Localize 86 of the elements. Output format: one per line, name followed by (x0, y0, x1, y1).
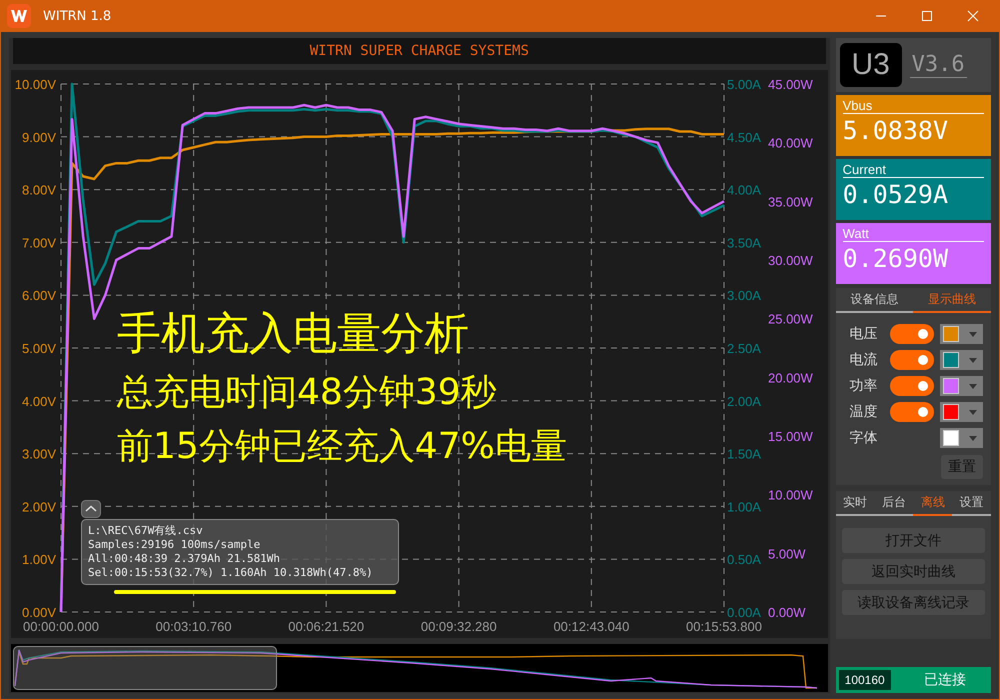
curve-label: 温度 (848, 403, 879, 421)
chart-header: WITRN SUPER CHARGE SYSTEMS (13, 38, 826, 64)
caret-icon (969, 410, 977, 414)
color-picker[interactable] (940, 376, 983, 396)
action-button[interactable]: 打开文件 (842, 528, 985, 553)
device-id: 100160 (838, 670, 891, 690)
time-axis-label: 00:15:53.800 (686, 619, 762, 634)
voltage-axis-label: 1.00V (22, 552, 56, 568)
info-text: L:\REC\67W有线.csv (88, 524, 204, 538)
voltage-axis-label: 4.00V (22, 394, 56, 409)
close-icon[interactable] (967, 10, 979, 22)
toggle-switch[interactable] (890, 402, 934, 422)
readout-label: Current (842, 163, 984, 178)
voltage-axis-label: 5.00V (22, 341, 56, 356)
annotation-text: 总充电时间48分钟39秒 (117, 371, 498, 415)
current-axis-label: 0.50A (727, 552, 761, 568)
connection-status: 已连接 (924, 671, 966, 689)
toggle-switch[interactable] (890, 350, 934, 370)
voltage-axis-label: 0.00V (22, 605, 56, 620)
current-axis-label: 4.00A (727, 182, 761, 198)
power-axis-label: 30.00W (768, 253, 813, 268)
curve-label: 电压 (848, 325, 879, 343)
readout-value: 0.0529A (842, 179, 949, 211)
annotation-text: 前15分钟已经充入47%电量 (117, 425, 567, 469)
power-axis-label: 45.00W (768, 77, 813, 92)
voltage-axis-label: 3.00V (22, 446, 56, 462)
voltage-axis-label: 6.00V (22, 288, 56, 304)
collapse-button[interactable] (81, 500, 101, 518)
voltage-axis-label: 8.00V (22, 182, 56, 198)
power-axis-label: 15.00W (768, 429, 813, 444)
selection-window[interactable] (13, 646, 277, 690)
current-axis-label: 2.00A (727, 394, 761, 409)
color-picker[interactable] (940, 428, 983, 448)
current-axis-label: 1.00A (727, 499, 761, 514)
readout-label: Watt (842, 227, 984, 242)
device-model: U3 (840, 43, 902, 87)
firmware-version: V3.6 (910, 52, 967, 78)
time-axis-label: 00:09:32.280 (420, 619, 497, 634)
info-text: Sel:00:15:53(32.7%) 1.160Ah 10.318Wh(47.8%) (88, 566, 374, 580)
info-text: Samples:29196 100ms/sample (88, 538, 262, 552)
caret-icon (969, 332, 977, 336)
time-axis-label: 00:06:21.520 (288, 619, 364, 634)
voltage-axis-label: 9.00V (22, 130, 56, 145)
power-axis-label: 40.00W (768, 136, 813, 151)
time-axis-label: 00:00:00.000 (23, 619, 99, 634)
power-axis-label: 0.00W (768, 605, 806, 620)
annotation-text: 手机充入电量分析 (117, 307, 470, 361)
power-axis-label: 20.00W (768, 370, 813, 386)
caret-icon (969, 436, 977, 440)
reset-button[interactable]: 重置 (941, 455, 983, 479)
toggle-switch[interactable] (890, 324, 934, 344)
color-picker[interactable] (940, 350, 983, 370)
window-title: WITRN 1.8 (43, 8, 112, 24)
caret-icon (969, 358, 977, 362)
color-picker[interactable] (940, 402, 983, 422)
power-axis-label: 35.00W (768, 194, 813, 210)
readout-label: Vbus (842, 99, 984, 114)
voltage-axis-label: 2.00V (22, 499, 56, 514)
curve-label: 字体 (848, 429, 879, 447)
toggle-switch[interactable] (890, 376, 934, 396)
time-axis-label: 00:12:43.040 (553, 619, 630, 634)
time-axis-label: 00:03:10.760 (156, 619, 232, 634)
info-text: All:00:48:39 2.379Ah 21.581Wh (88, 552, 282, 566)
readout-value: 5.0838V (842, 115, 949, 147)
action-button[interactable]: 返回实时曲线 (842, 559, 985, 584)
current-axis-label: 0.00A (727, 605, 761, 620)
current-axis-label: 4.50A (727, 130, 761, 145)
current-axis-label: 5.00A (727, 77, 761, 92)
current-axis-label: 3.50A (727, 235, 761, 250)
curve-label: 功率 (848, 377, 879, 395)
current-axis-label: 2.50A (727, 341, 761, 356)
curve-label: 电流 (848, 351, 879, 369)
power-axis-label: 5.00W (768, 546, 806, 562)
voltage-axis-label: 10.00V (14, 77, 56, 92)
overview-graph[interactable] (11, 644, 828, 692)
logo-icon (7, 4, 31, 28)
action-button[interactable]: 读取设备离线记录 (842, 590, 985, 615)
caret-icon (969, 384, 977, 388)
maximize-icon[interactable] (921, 10, 933, 22)
current-axis-label: 1.50A (727, 446, 761, 462)
power-axis-label: 25.00W (768, 312, 813, 327)
power-axis-label: 10.00W (768, 488, 813, 503)
voltage-axis-label: 7.00V (22, 235, 56, 250)
readout-value: 0.2690W (842, 243, 949, 275)
current-axis-label: 3.00A (727, 288, 761, 304)
color-picker[interactable] (940, 324, 983, 344)
